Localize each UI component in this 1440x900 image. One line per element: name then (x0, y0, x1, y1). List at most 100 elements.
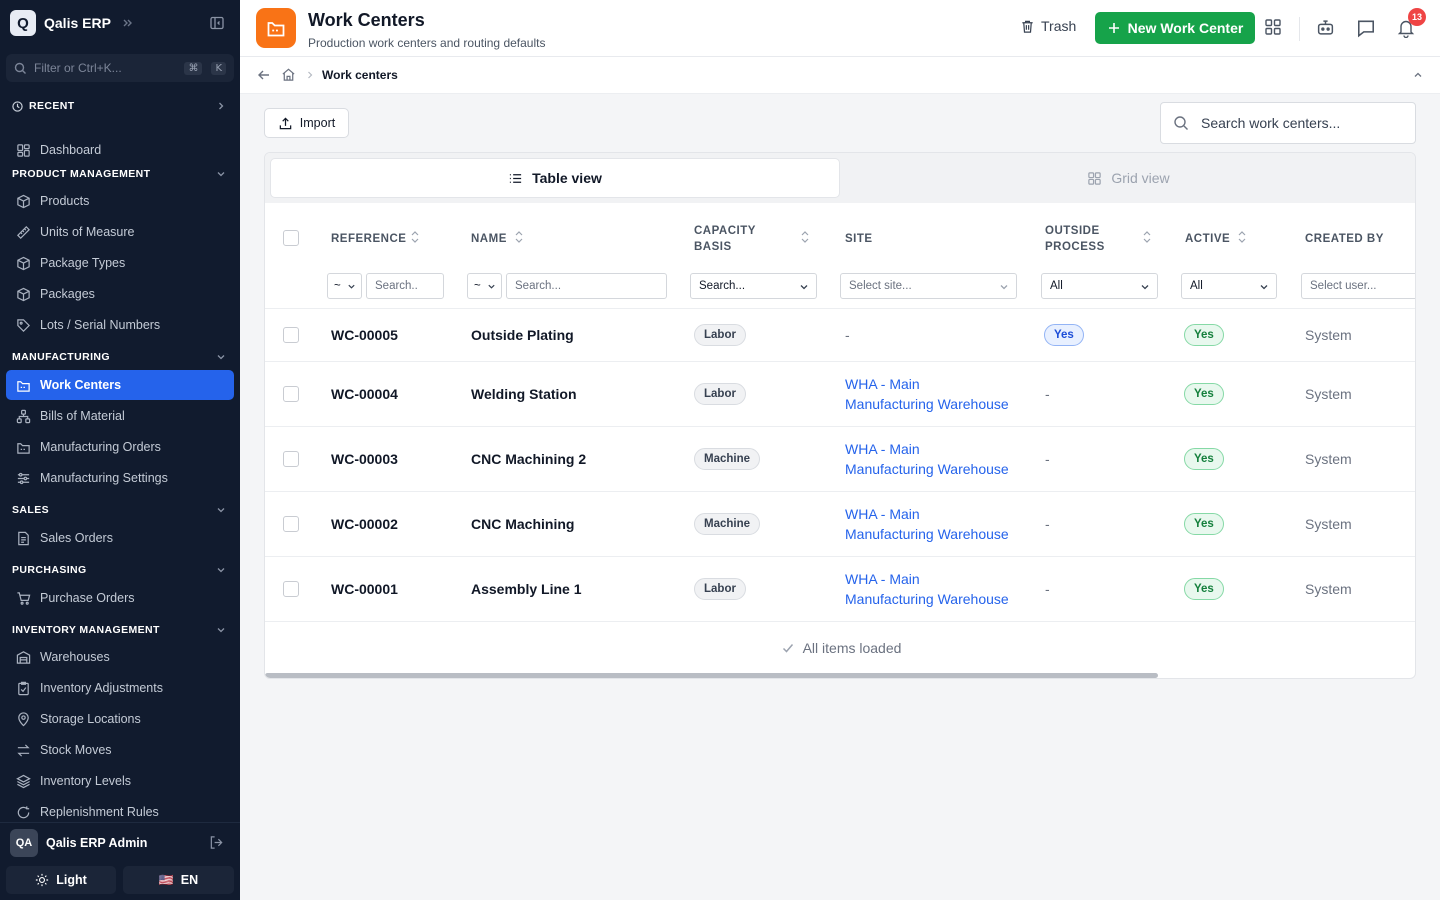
reference-cell[interactable]: WC-00005 (331, 327, 398, 343)
row-checkbox[interactable] (283, 451, 299, 467)
bot-icon[interactable] (1316, 18, 1335, 37)
sort-icon[interactable] (514, 230, 524, 244)
row-checkbox[interactable] (283, 581, 299, 597)
sidebar-item-warehouses[interactable]: Warehouses (0, 642, 240, 672)
column-header-active[interactable]: ACTIVE (1185, 231, 1230, 247)
theme-toggle-button[interactable]: Light (6, 866, 116, 894)
sidebar-item-package-types[interactable]: Package Types (0, 248, 240, 278)
reference-cell[interactable]: WC-00003 (331, 451, 398, 467)
column-header-outside-process[interactable]: OUTSIDE PROCESS (1045, 223, 1105, 255)
apps-grid-icon[interactable] (1264, 18, 1282, 36)
name-cell[interactable]: Assembly Line 1 (471, 581, 582, 597)
sidebar-item-storage-locations[interactable]: Storage Locations (0, 704, 240, 734)
outside-process-filter-select[interactable]: All (1041, 273, 1158, 299)
sidebar-item-manufacturing-settings[interactable]: Manufacturing Settings (0, 463, 240, 493)
sidebar-filter[interactable]: ⌘ K (6, 54, 234, 82)
name-cell[interactable]: Welding Station (471, 386, 577, 402)
column-header-created-by[interactable]: CREATED BY (1305, 231, 1384, 247)
site-link[interactable]: WHA - Main Manufacturing Warehouse (845, 504, 1009, 544)
row-checkbox[interactable] (283, 386, 299, 402)
sort-icon[interactable] (1142, 230, 1152, 244)
collapse-sidebar-icon[interactable] (210, 16, 224, 30)
table-row[interactable]: WC-00002 CNC Machining Machine WHA - Mai… (265, 492, 1415, 556)
sidebar-item-work-centers[interactable]: Work Centers (6, 370, 234, 400)
site-link[interactable]: WHA - Main Manufacturing Warehouse (845, 439, 1009, 479)
section-inventory-management[interactable]: INVENTORY MANAGEMENT (0, 620, 240, 640)
sidebar-item-purchase-orders[interactable]: Purchase Orders (0, 583, 240, 613)
section-sales[interactable]: SALES (0, 500, 240, 520)
user-profile[interactable]: QA Qalis ERP Admin (10, 829, 147, 857)
column-header-name[interactable]: NAME (471, 231, 507, 247)
sidebar-item-units-of-measure[interactable]: Units of Measure (0, 217, 240, 247)
search-icon (1173, 115, 1189, 131)
row-checkbox[interactable] (283, 516, 299, 532)
sidebar-item-inventory-levels[interactable]: Inventory Levels (0, 766, 240, 796)
sidebar-item-label: Stock Moves (40, 743, 112, 757)
sidebar-item-stock-moves[interactable]: Stock Moves (0, 735, 240, 765)
section-manufacturing[interactable]: MANUFACTURING (0, 347, 240, 367)
sidebar-item-inventory-adjustments[interactable]: Inventory Adjustments (0, 673, 240, 703)
row-checkbox[interactable] (283, 327, 299, 343)
home-icon[interactable] (281, 67, 296, 82)
name-filter-input[interactable]: Search... (506, 273, 667, 299)
created-by-filter-select[interactable]: Select user... (1301, 273, 1415, 299)
site-link[interactable]: WHA - Main Manufacturing Warehouse (845, 374, 1009, 414)
table-row[interactable]: WC-00005 Outside Plating Labor - Yes Yes… (265, 309, 1415, 361)
sidebar-item-label: Replenishment Rules (40, 805, 159, 819)
search-box[interactable] (1160, 102, 1416, 144)
trash-button[interactable]: Trash (1020, 18, 1076, 34)
name-operator-select[interactable]: ~ (467, 273, 502, 299)
reference-operator-select[interactable]: ~ (327, 273, 362, 299)
import-button[interactable]: Import (264, 108, 349, 138)
sort-icon[interactable] (800, 230, 810, 244)
name-cell[interactable]: CNC Machining (471, 516, 574, 532)
site-filter-select[interactable]: Select site... (840, 273, 1017, 299)
table-row[interactable]: WC-00001 Assembly Line 1 Labor WHA - Mai… (265, 557, 1415, 621)
sidebar-item-dashboard[interactable]: Dashboard (0, 135, 240, 165)
chevron-up-icon[interactable] (1412, 69, 1424, 81)
table-row[interactable]: WC-00004 Welding Station Labor WHA - Mai… (265, 362, 1415, 426)
active-filter-select[interactable]: All (1181, 273, 1277, 299)
section-title: PURCHASING (12, 564, 87, 576)
outside-process-badge: Yes (1044, 324, 1084, 346)
sidebar-item-packages[interactable]: Packages (0, 279, 240, 309)
capacity-filter-select[interactable]: Search... (690, 273, 817, 299)
name-cell[interactable]: Outside Plating (471, 327, 574, 343)
reference-cell[interactable]: WC-00004 (331, 386, 398, 402)
name-cell[interactable]: CNC Machining 2 (471, 451, 586, 467)
section-purchasing[interactable]: PURCHASING (0, 560, 240, 580)
select-all-checkbox[interactable] (283, 230, 299, 246)
section-title: SALES (12, 504, 50, 516)
site-link[interactable]: WHA - Main Manufacturing Warehouse (845, 569, 1009, 609)
sidebar-item-lots-serial-numbers[interactable]: Lots / Serial Numbers (0, 310, 240, 340)
reference-cell[interactable]: WC-00001 (331, 581, 398, 597)
sidebar-filter-input[interactable] (34, 61, 176, 75)
sidebar-item-manufacturing-orders[interactable]: Manufacturing Orders (0, 432, 240, 462)
column-header-capacity-basis[interactable]: CAPACITY BASIS (694, 223, 756, 255)
sort-icon[interactable] (410, 230, 420, 244)
recent-section[interactable]: RECENT (0, 96, 240, 116)
chat-icon[interactable] (1356, 18, 1376, 38)
filter-placeholder: Select user... (1310, 280, 1377, 292)
operator-value: ~ (334, 280, 341, 292)
reference-filter-input[interactable]: Search.. (366, 273, 444, 299)
sort-icon[interactable] (1237, 230, 1247, 244)
logout-icon[interactable] (209, 835, 224, 850)
sidebar-item-bills-of-material[interactable]: Bills of Material (0, 401, 240, 431)
brand[interactable]: Q Qalis ERP (10, 10, 133, 36)
tab-grid-view[interactable]: Grid view (846, 158, 1411, 198)
back-arrow-icon[interactable] (257, 68, 271, 82)
new-work-center-button[interactable]: New Work Center (1095, 12, 1255, 44)
reference-cell[interactable]: WC-00002 (331, 516, 398, 532)
column-header-reference[interactable]: REFERENCE (331, 231, 406, 247)
horizontal-scrollbar[interactable] (265, 673, 1158, 678)
tab-table-view[interactable]: Table view (270, 158, 840, 198)
table-row[interactable]: WC-00003 CNC Machining 2 Machine WHA - M… (265, 427, 1415, 491)
section-product-management[interactable]: PRODUCT MANAGEMENT (0, 164, 240, 184)
search-input[interactable] (1201, 115, 1391, 131)
sidebar-item-sales-orders[interactable]: Sales Orders (0, 523, 240, 553)
language-button[interactable]: 🇺🇸 EN (123, 866, 234, 894)
trash-icon (1020, 19, 1035, 34)
sidebar-item-products[interactable]: Products (0, 186, 240, 216)
column-header-site[interactable]: SITE (845, 231, 873, 247)
